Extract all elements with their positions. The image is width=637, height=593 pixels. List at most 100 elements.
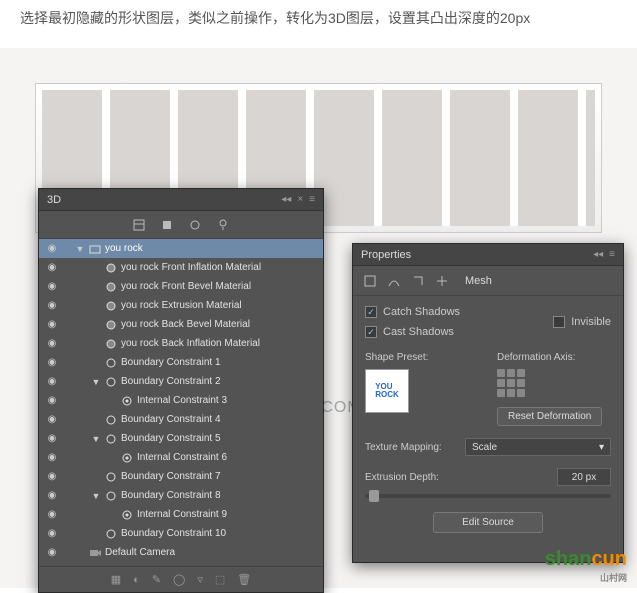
tree-row[interactable]: ◉Internal Constraint 3	[39, 391, 323, 410]
panel-properties: Properties ◂◂ ≡ Mesh ✓ Catch Shadows	[352, 243, 624, 563]
visibility-icon[interactable]: ◉	[45, 490, 59, 501]
filter-scene-icon[interactable]	[132, 218, 146, 232]
tree-row[interactable]: ◉▼Boundary Constraint 2	[39, 372, 323, 391]
panel-3d-footer: ▦ ◐ ✎ ◯ ▿ ⬚ 🗑	[39, 566, 323, 592]
footer-icon[interactable]: ✎	[152, 573, 161, 586]
tree-row[interactable]: ◉▼Boundary Constraint 8	[39, 486, 323, 505]
tree-row[interactable]: ◉you rock Front Inflation Material	[39, 258, 323, 277]
tree-row[interactable]: ◉Boundary Constraint 7	[39, 467, 323, 486]
visibility-icon[interactable]: ◉	[45, 395, 59, 406]
disclosure-icon[interactable]: ▼	[91, 377, 101, 387]
visibility-icon[interactable]: ◉	[45, 547, 59, 558]
footer-icon[interactable]: ⬚	[215, 573, 225, 586]
filter-light-icon[interactable]	[216, 218, 230, 232]
deform-tab-icon[interactable]	[387, 274, 401, 288]
tree-row[interactable]: ◉ you rock Back Bevel Material	[39, 315, 323, 334]
tree-row[interactable]: ◉▼Boundary Constraint 5	[39, 429, 323, 448]
deformation-axis-grid[interactable]	[497, 369, 525, 397]
trash-icon[interactable]: 🗑	[237, 573, 251, 586]
catch-shadows-checkbox[interactable]: ✓ Catch Shadows	[365, 306, 460, 318]
visibility-icon[interactable]: ◉	[45, 471, 59, 482]
disclosure-icon[interactable]: ▼	[91, 434, 101, 444]
tree-row[interactable]: ◉▼you rock	[39, 239, 323, 258]
visibility-icon[interactable]: ◉	[45, 357, 59, 368]
row-label: you rock Front Bevel Material	[121, 281, 251, 292]
tree-row[interactable]: ◉ Boundary Constraint 1	[39, 353, 323, 372]
disclosure-icon[interactable]: ▼	[75, 244, 85, 254]
tree-row[interactable]: ◉ you rock Front Bevel Material	[39, 277, 323, 296]
edit-source-button[interactable]: Edit Source	[433, 512, 543, 533]
invisible-checkbox[interactable]: Invisible	[553, 306, 611, 338]
mat-icon	[105, 300, 117, 312]
checkbox-icon: ✓	[365, 306, 377, 318]
visibility-icon[interactable]: ◉	[45, 262, 59, 273]
menu-icon[interactable]: ≡	[609, 249, 615, 260]
collapse-icon[interactable]: ◂◂	[593, 249, 603, 260]
internal-icon	[121, 452, 133, 464]
visibility-icon[interactable]: ◉	[45, 300, 59, 311]
tree-row[interactable]: ◉ Internal Constraint 9	[39, 505, 323, 524]
footer-icon[interactable]: ▿	[197, 573, 203, 586]
visibility-icon[interactable]: ◉	[45, 528, 59, 539]
panel-3d-title: 3D	[47, 194, 61, 206]
tree-row[interactable]: ◉Internal Constraint 6	[39, 448, 323, 467]
tree-row[interactable]: ◉you rock Back Inflation Material	[39, 334, 323, 353]
extrusion-depth-input[interactable]: 20 px	[557, 468, 611, 486]
menu-icon[interactable]: ≡	[309, 194, 315, 205]
visibility-icon[interactable]: ◉	[45, 433, 59, 444]
footer-icon[interactable]: ◐	[133, 574, 140, 586]
shape-preset-picker[interactable]: YOUROCK	[365, 369, 409, 413]
row-label: you rock Back Bevel Material	[121, 319, 250, 330]
row-label: you rock Extrusion Material	[121, 300, 242, 311]
visibility-icon[interactable]: ◉	[45, 319, 59, 330]
visibility-icon[interactable]: ◉	[45, 243, 59, 254]
filter-material-icon[interactable]	[188, 218, 202, 232]
row-label: Internal Constraint 9	[137, 509, 227, 520]
constraint-icon	[105, 357, 117, 369]
deform-axis-label: Deformation Axis:	[497, 352, 611, 363]
visibility-icon[interactable]: ◉	[45, 376, 59, 387]
tree-row[interactable]: ◉ Boundary Constraint 4	[39, 410, 323, 429]
checkbox-icon	[553, 316, 565, 328]
visibility-icon[interactable]: ◉	[45, 281, 59, 292]
visibility-icon[interactable]: ◉	[45, 509, 59, 520]
props-toolbar: Mesh	[353, 266, 623, 296]
constraint-icon	[105, 376, 117, 388]
panel-3d-toolbar	[39, 211, 323, 239]
checkbox-icon: ✓	[365, 326, 377, 338]
row-label: Boundary Constraint 1	[121, 357, 221, 368]
disclosure-icon[interactable]: ▼	[91, 491, 101, 501]
panel-3d-header[interactable]: 3D ◂◂ × ≡	[39, 189, 323, 211]
tree-row[interactable]: ◉Boundary Constraint 10	[39, 524, 323, 543]
panel-props-header[interactable]: Properties ◂◂ ≡	[353, 244, 623, 266]
extrusion-depth-slider[interactable]	[365, 494, 611, 498]
mat-icon	[105, 319, 117, 331]
texture-mapping-dropdown[interactable]: Scale ▾	[465, 438, 611, 456]
chevron-down-icon: ▾	[599, 442, 604, 453]
reset-deformation-button[interactable]: Reset Deformation	[497, 407, 602, 426]
close-icon[interactable]: ×	[297, 194, 303, 205]
cast-shadows-checkbox[interactable]: ✓ Cast Shadows	[365, 326, 460, 338]
constraint-icon	[105, 414, 117, 426]
internal-icon	[121, 509, 133, 521]
layer-tree[interactable]: ◉▼you rock◉you rock Front Inflation Mate…	[39, 239, 323, 559]
constraint-icon	[105, 433, 117, 445]
collapse-icon[interactable]: ◂◂	[281, 194, 291, 205]
mesh-tab-icon[interactable]	[363, 274, 377, 288]
scene-icon	[89, 243, 101, 255]
visibility-icon[interactable]: ◉	[45, 338, 59, 349]
visibility-icon[interactable]: ◉	[45, 414, 59, 425]
tree-row[interactable]: ◉ you rock Extrusion Material	[39, 296, 323, 315]
footer-icon[interactable]: ▦	[111, 573, 121, 586]
mat-icon	[105, 281, 117, 293]
filter-mesh-icon[interactable]	[160, 218, 174, 232]
row-label: Boundary Constraint 4	[121, 414, 221, 425]
cap-tab-icon[interactable]	[411, 274, 425, 288]
shape-preset-label: Shape Preset:	[365, 352, 479, 363]
footer-icon[interactable]: ◯	[173, 573, 185, 586]
coord-tab-icon[interactable]	[435, 274, 449, 288]
visibility-icon[interactable]: ◉	[45, 452, 59, 463]
panel-3d: 3D ◂◂ × ≡ ◉▼you rock◉you rock Front Infl…	[38, 188, 324, 593]
panel-props-title: Properties	[361, 249, 411, 261]
tree-row[interactable]: ◉Default Camera	[39, 543, 323, 559]
